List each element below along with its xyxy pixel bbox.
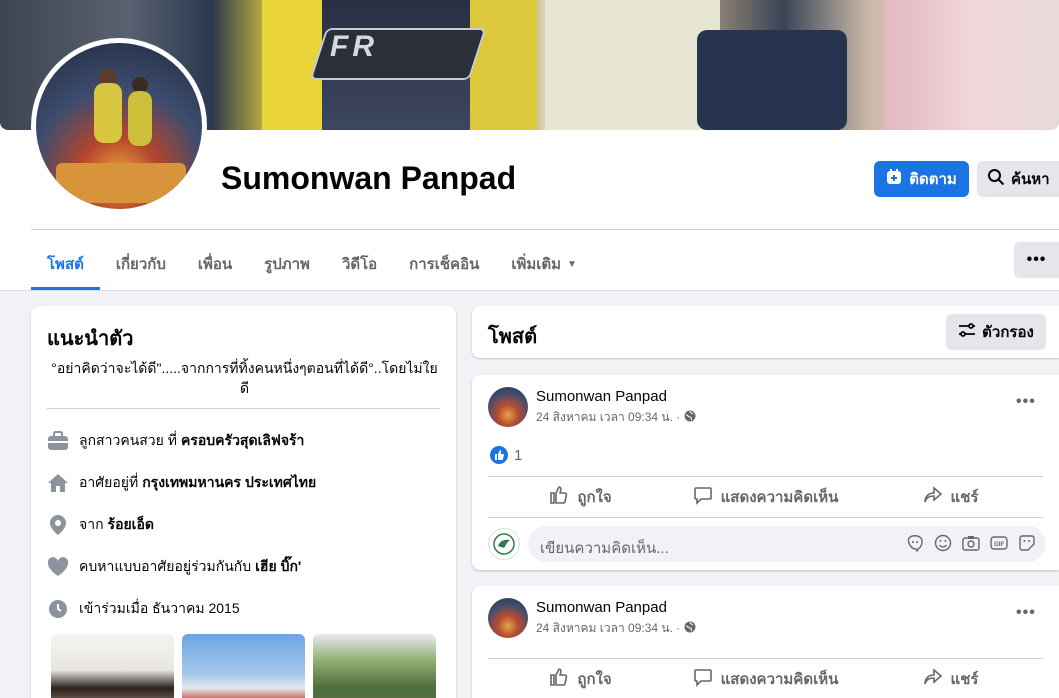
post-card: Sumonwan Panpad 24 สิงหาคม เวลา 09:34 น.…	[472, 586, 1059, 698]
posts-header: โพสต์ ตัวกรอง	[472, 306, 1059, 358]
cover-shirt-logo-text: FR	[330, 30, 378, 63]
commenter-avatar[interactable]	[488, 528, 520, 560]
profile-name: Sumonwan Panpad	[221, 160, 517, 196]
post-author-name[interactable]: Sumonwan Panpad	[536, 599, 667, 616]
work-place[interactable]: ครอบครัวสุดเลิฟจร้า	[181, 430, 304, 452]
tab-about[interactable]: เกี่ยวกับ	[100, 238, 182, 290]
share-button[interactable]: แชร์	[858, 479, 1043, 515]
profile-tabs: โพสต์ เกี่ยวกับ เพื่อน รูปภาพ วิดีโอ การ…	[31, 238, 593, 290]
partner-name[interactable]: เฮีย บิ๊ก'	[255, 556, 301, 578]
follow-plus-icon	[886, 169, 902, 189]
comment-placeholder: เขียนความคิดเห็น...	[540, 540, 669, 557]
photo-thumbnail[interactable]	[51, 634, 174, 698]
info-relationship: คบหาแบบอาศัยอยู่ร่วมกันกับ เฮีย บิ๊ก'	[47, 556, 301, 578]
globe-icon	[684, 621, 696, 636]
follow-button[interactable]: ติดตาม	[874, 161, 969, 197]
comment-icon	[693, 485, 713, 509]
like-reaction-icon	[490, 446, 508, 464]
heart-icon	[47, 556, 69, 578]
post-options-button[interactable]: •••	[1016, 604, 1036, 622]
tab-checkins[interactable]: การเช็คอิน	[393, 238, 495, 290]
photo-thumbnail[interactable]	[182, 634, 305, 698]
reaction-count: 1	[514, 446, 523, 464]
search-icon	[987, 168, 1005, 190]
intro-bio: °อย่าคิดว่าจะได้ดี".....จากการที่ทิ้งคนห…	[51, 360, 438, 396]
comment-button[interactable]: แสดงความคิดเห็น	[673, 479, 858, 515]
thumbs-up-icon	[549, 485, 569, 509]
share-button[interactable]: แชร์	[858, 661, 1043, 697]
post-actions: ถูกใจ แสดงความคิดเห็น แชร์	[488, 661, 1043, 697]
search-button[interactable]: ค้นหา	[977, 161, 1059, 197]
post-card: Sumonwan Panpad 24 สิงหาคม เวลา 09:34 น.…	[472, 375, 1059, 570]
camera-icon[interactable]	[962, 534, 980, 552]
follow-label: ติดตาม	[909, 171, 957, 188]
post-timestamp: 24 สิงหาคม เวลา 09:34 น. ·	[536, 619, 696, 638]
reaction-summary[interactable]: 1	[490, 446, 522, 464]
thumbs-up-icon	[549, 667, 569, 691]
info-work: ลูกสาวคนสวย ที่ ครอบครัวสุดเลิฟจร้า	[47, 430, 304, 452]
intro-card: แนะนำตัว °อย่าคิดว่าจะได้ดี".....จากการท…	[31, 306, 456, 698]
comment-icon	[693, 667, 713, 691]
header-divider	[31, 229, 1059, 230]
post-author-avatar[interactable]	[488, 387, 528, 427]
post-author-avatar[interactable]	[488, 598, 528, 638]
caret-down-icon: ▼	[567, 258, 577, 270]
info-joined: เข้าร่วมเมื่อ ธันวาคม 2015	[47, 598, 240, 620]
profile-page: FR Sumonwan Panpad ติดตาม ค้นหา โพสต์ เก…	[0, 0, 1059, 698]
current-city[interactable]: กรุงเทพมหานคร ประเทศไทย	[142, 472, 316, 494]
tab-videos[interactable]: วิดีโอ	[326, 238, 393, 290]
posts-title: โพสต์	[488, 326, 538, 348]
info-from: จาก ร้อยเอ็ด	[47, 514, 154, 536]
sticker-icon[interactable]	[1018, 534, 1036, 552]
svg-text:GIF: GIF	[994, 542, 1004, 548]
tab-photos[interactable]: รูปภาพ	[248, 238, 326, 290]
share-icon	[923, 667, 943, 691]
post-actions: ถูกใจ แสดงความคิดเห็น แชร์	[488, 479, 1043, 515]
location-pin-icon	[47, 514, 69, 536]
tab-more[interactable]: เพิ่มเติม ▼	[495, 238, 593, 290]
filter-label: ตัวกรอง	[982, 324, 1034, 341]
share-icon	[923, 485, 943, 509]
clock-icon	[47, 598, 69, 620]
emoji-icon[interactable]	[934, 534, 952, 552]
gif-icon[interactable]: GIF	[990, 534, 1008, 552]
filter-button[interactable]: ตัวกรอง	[946, 314, 1046, 350]
profile-avatar[interactable]	[36, 43, 202, 209]
search-label: ค้นหา	[1011, 171, 1050, 188]
post-timestamp: 24 สิงหาคม เวลา 09:34 น. ·	[536, 408, 696, 427]
hometown[interactable]: ร้อยเอ็ด	[108, 514, 154, 536]
post-author-name[interactable]: Sumonwan Panpad	[536, 388, 667, 405]
intro-title: แนะนำตัว	[47, 328, 134, 350]
briefcase-icon	[47, 430, 69, 452]
filter-icon	[958, 323, 976, 341]
info-lives: อาศัยอยู่ที่ กรุงเทพมหานคร ประเทศไทย	[47, 472, 316, 494]
post-options-button[interactable]: •••	[1016, 393, 1036, 411]
comment-button[interactable]: แสดงความคิดเห็น	[673, 661, 858, 697]
tab-friends[interactable]: เพื่อน	[182, 238, 248, 290]
like-button[interactable]: ถูกใจ	[488, 479, 673, 515]
avatar-sticker-icon[interactable]	[906, 534, 924, 552]
comment-input[interactable]: เขียนความคิดเห็น... GIF	[528, 526, 1046, 562]
tab-posts[interactable]: โพสต์	[31, 238, 100, 290]
profile-more-button[interactable]: •••	[1014, 242, 1059, 278]
like-button[interactable]: ถูกใจ	[488, 661, 673, 697]
photo-thumbnail[interactable]	[313, 634, 436, 698]
photo-grid	[51, 634, 436, 698]
globe-icon	[684, 410, 696, 425]
home-icon	[47, 472, 69, 494]
